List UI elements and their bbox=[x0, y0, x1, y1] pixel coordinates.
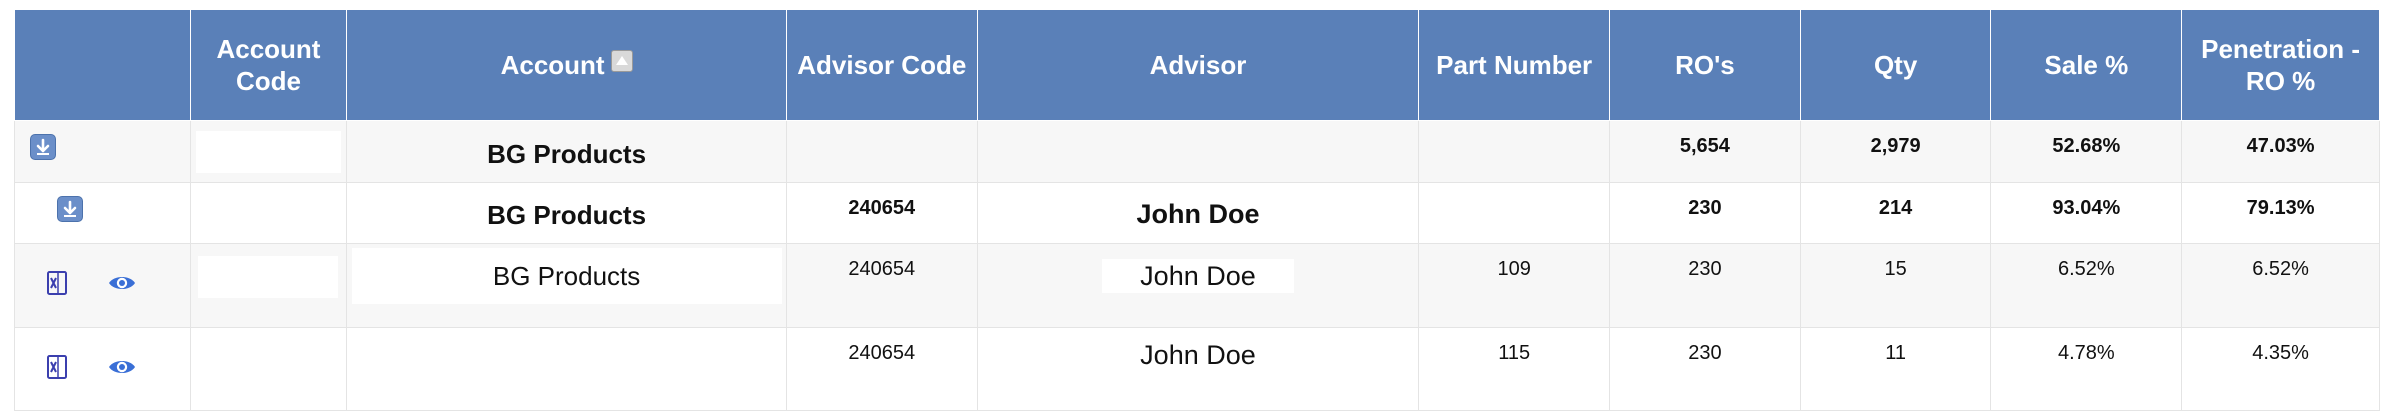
header-qty[interactable]: Qty bbox=[1799, 9, 1992, 121]
header-advisor-code[interactable]: Advisor Code bbox=[785, 9, 978, 121]
penetration-cell: 79.13% bbox=[2181, 182, 2380, 244]
ros-cell: 5,654 bbox=[1609, 120, 1801, 183]
sale-pct-cell: 6.52% bbox=[1990, 243, 2183, 328]
advisor-cell: John Doe bbox=[976, 243, 1420, 328]
ros-cell: 230 bbox=[1609, 243, 1801, 328]
penetration-cell: 47.03% bbox=[2181, 120, 2380, 183]
part-number-cell bbox=[1418, 120, 1611, 183]
header-penetration[interactable]: Penetration - RO % bbox=[2181, 9, 2380, 121]
header-actions bbox=[14, 9, 191, 121]
header-account[interactable]: Account bbox=[346, 9, 787, 121]
penetration-cell: 4.35% bbox=[2181, 327, 2380, 411]
advisor-cell: John Doe bbox=[976, 182, 1420, 244]
row-actions bbox=[14, 182, 191, 244]
sale-pct-cell: 52.68% bbox=[1990, 120, 2183, 183]
excel-export-icon[interactable] bbox=[45, 354, 69, 385]
table-row-detail: BG Products 240654 John Doe 109 230 15 6… bbox=[14, 243, 2380, 328]
qty-cell: 2,979 bbox=[1799, 120, 1992, 183]
collapse-arrow-icon[interactable] bbox=[30, 134, 56, 160]
view-eye-icon[interactable] bbox=[107, 272, 137, 299]
report-grid: Account Code Account Advisor Code Adviso… bbox=[14, 9, 2380, 411]
qty-cell: 15 bbox=[1799, 243, 1992, 328]
header-advisor[interactable]: Advisor bbox=[976, 9, 1420, 121]
part-number-cell bbox=[1418, 182, 1611, 244]
collapse-arrow-icon[interactable] bbox=[57, 196, 83, 222]
account-cell: BG Products bbox=[346, 243, 787, 328]
part-number-cell: 109 bbox=[1418, 243, 1611, 328]
account-code-cell bbox=[189, 243, 348, 328]
account-code-cell bbox=[189, 327, 348, 411]
account-cell bbox=[346, 327, 787, 411]
advisor-code-cell: 240654 bbox=[785, 327, 978, 411]
header-sale-pct[interactable]: Sale % bbox=[1990, 9, 2183, 121]
view-eye-icon[interactable] bbox=[107, 356, 137, 383]
row-actions bbox=[14, 243, 191, 328]
row-actions bbox=[14, 120, 191, 183]
account-cell: BG Products bbox=[346, 120, 787, 183]
table-row-group: BG Products 5,654 2,979 52.68% 47.03% bbox=[14, 120, 2380, 183]
account-code-cell bbox=[189, 120, 348, 183]
header-row: Account Code Account Advisor Code Adviso… bbox=[14, 9, 2380, 121]
header-part-number[interactable]: Part Number bbox=[1418, 9, 1611, 121]
ros-cell: 230 bbox=[1609, 182, 1801, 244]
data-table: Account Code Account Advisor Code Adviso… bbox=[14, 9, 2380, 411]
advisor-cell bbox=[976, 120, 1420, 183]
penetration-cell: 6.52% bbox=[2181, 243, 2380, 328]
qty-cell: 11 bbox=[1799, 327, 1992, 411]
advisor-code-cell: 240654 bbox=[785, 243, 978, 328]
excel-export-icon[interactable] bbox=[45, 270, 69, 301]
table-row-detail: 240654 John Doe 115 230 11 4.78% 4.35% bbox=[14, 327, 2380, 411]
ros-cell: 230 bbox=[1609, 327, 1801, 411]
sale-pct-cell: 4.78% bbox=[1990, 327, 2183, 411]
account-code-cell bbox=[189, 182, 348, 244]
row-actions bbox=[14, 327, 191, 411]
qty-cell: 214 bbox=[1799, 182, 1992, 244]
sort-up-icon[interactable] bbox=[610, 50, 633, 72]
advisor-code-cell: 240654 bbox=[785, 182, 978, 244]
account-cell: BG Products bbox=[346, 182, 787, 244]
sale-pct-cell: 93.04% bbox=[1990, 182, 2183, 244]
advisor-code-cell bbox=[785, 120, 978, 183]
part-number-cell: 115 bbox=[1418, 327, 1611, 411]
table-row-subgroup: BG Products 240654 John Doe 230 214 93.0… bbox=[14, 182, 2380, 244]
header-account-code[interactable]: Account Code bbox=[189, 9, 348, 121]
header-ros[interactable]: RO's bbox=[1609, 9, 1801, 121]
advisor-cell: John Doe bbox=[976, 327, 1420, 411]
